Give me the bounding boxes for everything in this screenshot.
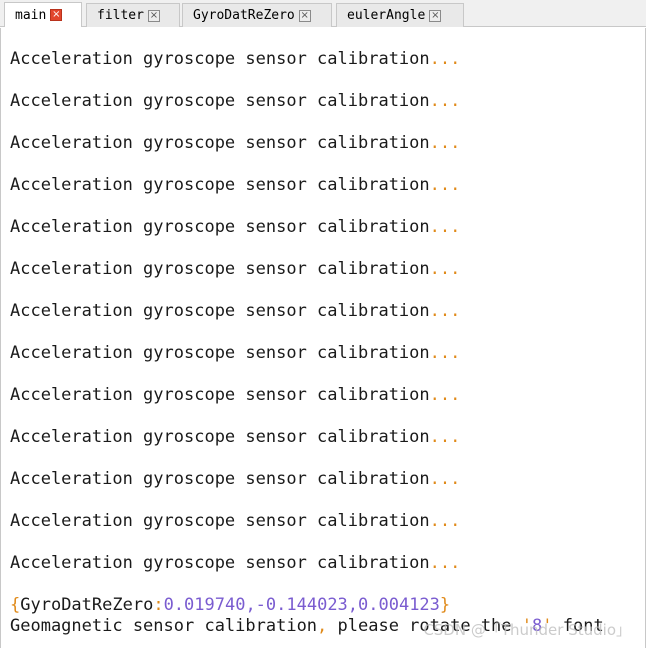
tab-eulerangle-label: eulerAngle xyxy=(347,8,426,23)
watermark: CSDN @「Thunder Studio」 xyxy=(423,621,631,639)
serial-output-panel[interactable]: Acceleration gyroscope sensor calibratio… xyxy=(0,28,646,648)
tab-filter-close-icon[interactable]: × xyxy=(147,9,160,22)
log-line-calibration: Acceleration gyroscope sensor calibratio… xyxy=(10,133,461,153)
log-line-calibration: Acceleration gyroscope sensor calibratio… xyxy=(10,175,461,195)
log-line-calibration: Acceleration gyroscope sensor calibratio… xyxy=(10,385,461,405)
log-line-calibration: Acceleration gyroscope sensor calibratio… xyxy=(10,91,461,111)
log-line-gyro-rezero: {GyroDatReZero:0.019740,-0.144023,0.0041… xyxy=(10,595,451,615)
log-line-calibration: Acceleration gyroscope sensor calibratio… xyxy=(10,259,461,279)
log-line-calibration: Acceleration gyroscope sensor calibratio… xyxy=(10,49,461,69)
log-line-calibration: Acceleration gyroscope sensor calibratio… xyxy=(10,217,461,237)
tab-bar: main × filter × GyroDatReZero × eulerAng… xyxy=(0,0,646,27)
tab-gyrodatrezero[interactable]: GyroDatReZero × xyxy=(182,3,332,27)
log-line-calibration: Acceleration gyroscope sensor calibratio… xyxy=(10,343,461,363)
log-line-calibration: Acceleration gyroscope sensor calibratio… xyxy=(10,301,461,321)
log-line-calibration: Acceleration gyroscope sensor calibratio… xyxy=(10,469,461,489)
log-line-calibration: Acceleration gyroscope sensor calibratio… xyxy=(10,553,461,573)
tab-eulerangle-close-icon[interactable]: × xyxy=(429,9,442,22)
tab-main[interactable]: main × xyxy=(4,2,82,27)
tab-filter-label: filter xyxy=(97,8,144,23)
tab-gyrodatrezero-label: GyroDatReZero xyxy=(193,8,295,23)
tab-eulerangle[interactable]: eulerAngle × xyxy=(336,3,464,27)
tab-gyrodatrezero-close-icon[interactable]: × xyxy=(298,9,311,22)
log-line-calibration: Acceleration gyroscope sensor calibratio… xyxy=(10,427,461,447)
tab-main-label: main xyxy=(15,7,47,23)
tab-filter[interactable]: filter × xyxy=(86,3,180,27)
log-line-calibration: Acceleration gyroscope sensor calibratio… xyxy=(10,511,461,531)
tab-main-close-icon[interactable]: × xyxy=(50,9,63,21)
